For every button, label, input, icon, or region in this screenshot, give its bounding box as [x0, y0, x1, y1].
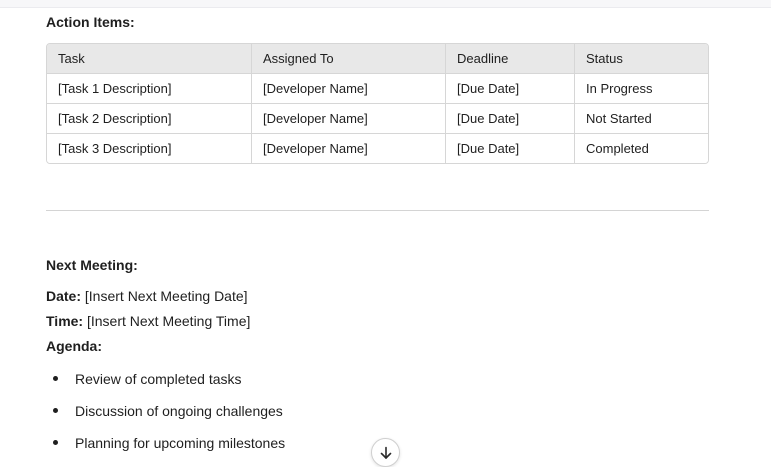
list-item: Review of completed tasks [46, 369, 285, 401]
list-item: Planning for upcoming milestones [46, 433, 285, 465]
cell-task: [Task 1 Description] [47, 73, 252, 104]
meeting-date-label: Date: [46, 288, 82, 304]
cell-status: Completed [574, 133, 708, 163]
meeting-date-line: Date: [Insert Next Meeting Date] [46, 288, 248, 304]
column-header-deadline: Deadline [445, 44, 575, 74]
scroll-to-bottom-button[interactable] [371, 438, 400, 467]
bullet-icon [53, 440, 58, 445]
cell-task: [Task 3 Description] [47, 133, 252, 163]
cell-status: Not Started [574, 103, 708, 134]
list-item: Discussion of ongoing challenges [46, 401, 285, 433]
cell-assigned-to: [Developer Name] [251, 103, 446, 134]
agenda-item-text: Review of completed tasks [75, 371, 242, 387]
cell-assigned-to: [Developer Name] [251, 73, 446, 104]
table-row: [Task 3 Description] [Developer Name] [D… [47, 133, 708, 163]
cell-deadline: [Due Date] [445, 73, 575, 104]
agenda-item-text: Discussion of ongoing challenges [75, 403, 283, 419]
bullet-icon [53, 376, 58, 381]
agenda-label: Agenda: [46, 338, 102, 354]
cell-task: [Task 2 Description] [47, 103, 252, 134]
table-header-row: Task Assigned To Deadline Status [47, 44, 708, 74]
column-header-assigned-to: Assigned To [251, 44, 446, 74]
meeting-time-value: [Insert Next Meeting Time] [83, 313, 251, 329]
top-bar [0, 0, 771, 8]
action-items-heading: Action Items: [46, 14, 135, 30]
cell-assigned-to: [Developer Name] [251, 133, 446, 163]
arrow-down-icon [380, 446, 391, 459]
meeting-time-label: Time: [46, 313, 84, 329]
action-items-table: Task Assigned To Deadline Status [Task 1… [46, 43, 709, 164]
next-meeting-heading: Next Meeting: [46, 257, 138, 273]
agenda-item-text: Planning for upcoming milestones [75, 435, 286, 451]
agenda-list: Review of completed tasks Discussion of … [46, 369, 285, 465]
column-header-status: Status [574, 44, 708, 74]
meeting-time-line: Time: [Insert Next Meeting Time] [46, 313, 250, 329]
table-row: [Task 1 Description] [Developer Name] [D… [47, 73, 708, 104]
table-row: [Task 2 Description] [Developer Name] [D… [47, 103, 708, 134]
agenda-label-text: Agenda: [46, 338, 102, 354]
cell-deadline: [Due Date] [445, 103, 575, 134]
horizontal-divider [46, 210, 709, 211]
cell-status: In Progress [574, 73, 708, 104]
column-header-task: Task [47, 44, 252, 74]
cell-deadline: [Due Date] [445, 133, 575, 163]
meeting-date-value: [Insert Next Meeting Date] [81, 288, 248, 304]
bullet-icon [53, 408, 58, 413]
